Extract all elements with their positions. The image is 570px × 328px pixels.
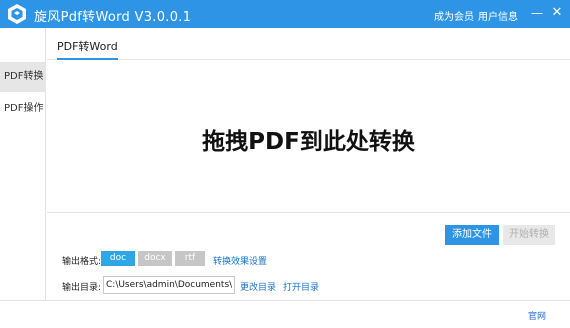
footer: 官网 <box>0 300 570 328</box>
change-dir-link[interactable]: 更改目录 <box>240 280 276 293</box>
drop-hint-text: 拖拽PDF到此处转换 <box>202 129 415 155</box>
format-doc-button[interactable]: doc <box>101 251 135 266</box>
sidebar-item-pdf-operations[interactable]: PDF操作 <box>0 94 46 124</box>
tab-bar: PDF转Word <box>47 28 570 60</box>
sidebar: PDF转换 PDF操作 <box>0 28 46 328</box>
website-link[interactable]: 官网 <box>528 309 546 322</box>
close-icon[interactable]: ✕ <box>549 4 565 22</box>
file-drop-zone[interactable]: 拖拽PDF到此处转换 <box>47 60 570 213</box>
become-member-link[interactable]: 成为会员 <box>434 8 474 23</box>
user-info-link[interactable]: 用户信息 <box>478 8 518 23</box>
conversion-settings-link[interactable]: 转换效果设置 <box>213 254 267 267</box>
sidebar-item-pdf-convert[interactable]: PDF转换 <box>0 62 46 92</box>
format-rtf-button[interactable]: rtf <box>175 251 205 266</box>
tab-pdf-to-word[interactable]: PDF转Word <box>57 38 118 60</box>
format-docx-button[interactable]: docx <box>138 251 172 266</box>
app-title: 旋风Pdf转Word V3.0.0.1 <box>34 10 192 25</box>
output-dir-label: 输出目录: <box>62 283 102 293</box>
output-format-label: 输出格式: <box>62 257 102 267</box>
add-file-button[interactable]: 添加文件 <box>445 225 499 245</box>
output-dir-input[interactable] <box>103 276 235 294</box>
minimize-icon[interactable]: — <box>529 4 545 22</box>
app-logo-icon <box>8 4 26 24</box>
title-bar: 旋风Pdf转Word V3.0.0.1 成为会员 用户信息 — ✕ <box>0 0 570 28</box>
open-dir-link[interactable]: 打开目录 <box>283 280 319 293</box>
output-settings-panel: 添加文件 开始转换 输出格式: doc docx rtf 转换效果设置 输出目录… <box>47 214 570 300</box>
start-convert-button[interactable]: 开始转换 <box>503 225 555 245</box>
